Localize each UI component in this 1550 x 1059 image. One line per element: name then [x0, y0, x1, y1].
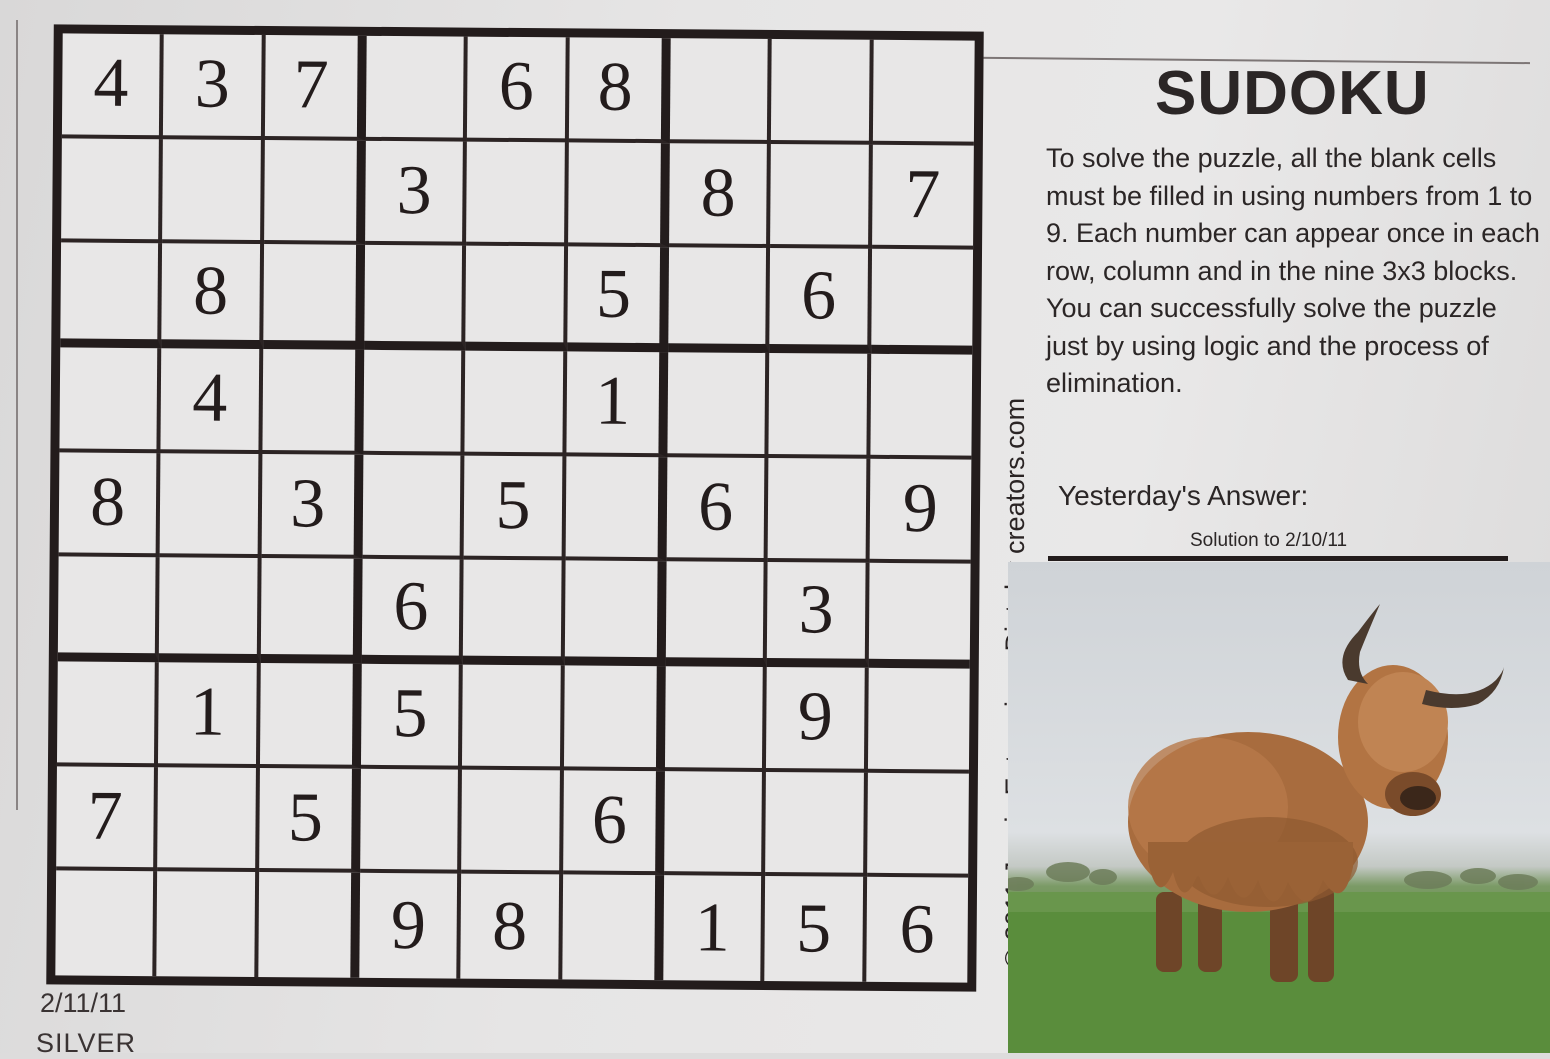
sudoku-grid: 4376838785641835696315975698156	[46, 24, 984, 992]
highland-cow-illustration	[1008, 604, 1550, 1053]
solution-grid-top-border	[1048, 556, 1508, 561]
puzzle-title: SUDOKU	[1155, 59, 1430, 128]
sudoku-cell-blank[interactable]	[56, 661, 160, 767]
sudoku-cell-blank[interactable]	[765, 771, 868, 878]
puzzle-date: 2/11/11	[40, 988, 127, 1018]
sudoku-cell-blank[interactable]	[771, 39, 874, 145]
sudoku-cell-blank[interactable]	[465, 245, 568, 352]
sudoku-cell-blank[interactable]	[157, 766, 260, 873]
sudoku-cell-blank[interactable]	[461, 769, 564, 875]
sudoku-cell-blank[interactable]	[162, 138, 265, 245]
sudoku-cell-given: 3	[767, 562, 870, 668]
sudoku-cell-given: 6	[467, 36, 570, 143]
sudoku-cell-given: 7	[871, 144, 974, 250]
sudoku-cell-blank[interactable]	[466, 141, 569, 247]
sudoku-cell-blank[interactable]	[60, 242, 163, 349]
sudoku-cell-blank[interactable]	[257, 872, 361, 978]
sudoku-cell-given: 8	[58, 452, 161, 558]
rules-text: To solve the puzzle, all the blank cells…	[1046, 143, 1540, 398]
sudoku-cell-given: 8	[161, 243, 264, 349]
sudoku-cell-given: 6	[361, 559, 464, 665]
yesterday-answer-label: Yesterday's Answer:	[1058, 480, 1309, 511]
sudoku-cell-blank[interactable]	[564, 560, 667, 667]
sudoku-cell-given: 9	[766, 666, 869, 773]
difficulty-label: SILVER	[36, 1028, 137, 1058]
sudoku-cell-blank[interactable]	[870, 249, 974, 355]
left-rule	[16, 20, 18, 810]
sudoku-cell-given: 6	[899, 890, 935, 968]
sudoku-cell-given: 8	[568, 37, 671, 143]
sudoku-cell-given: 3	[365, 140, 468, 246]
sudoku-cell-blank[interactable]	[664, 770, 767, 877]
sudoku-cell-given: 8	[460, 873, 563, 980]
sudoku-cell-given: 5	[764, 876, 867, 982]
sudoku-cell-given: 6	[666, 456, 769, 563]
sudoku-cell-given: 3	[261, 453, 364, 560]
sudoku-cell-blank[interactable]	[768, 352, 871, 459]
sudoku-cell-given: 1	[663, 875, 766, 981]
sudoku-cell-blank[interactable]	[263, 139, 366, 246]
sudoku-cell-given: 5	[258, 767, 361, 874]
sudoku-cell-given: 5	[463, 455, 567, 561]
sudoku-cell-blank[interactable]	[561, 874, 665, 981]
sudoku-cell-blank[interactable]	[59, 347, 162, 453]
sudoku-cell-given: 6	[769, 248, 872, 354]
sudoku-cell-given: 1	[158, 662, 261, 768]
solution-label: Solution to 2/10/11	[1190, 530, 1348, 551]
sudoku-cell-blank[interactable]	[867, 667, 970, 774]
sudoku-cell-blank[interactable]	[464, 350, 567, 457]
sudoku-cell-given: 9	[869, 458, 972, 564]
sudoku-cell-blank[interactable]	[360, 768, 463, 874]
sudoku-cell-blank[interactable]	[364, 245, 467, 351]
sudoku-cell-blank[interactable]	[667, 352, 770, 458]
sudoku-cell-given: 5	[566, 246, 670, 353]
sudoku-cell-given: 7	[56, 766, 159, 872]
sudoku-cell-blank[interactable]	[259, 662, 362, 769]
sudoku-cell-blank[interactable]	[57, 556, 160, 663]
sudoku-cell-blank[interactable]	[866, 772, 969, 878]
sudoku-cell-blank[interactable]	[868, 563, 971, 669]
sudoku-cell-blank[interactable]	[665, 561, 768, 667]
sudoku-cell-blank[interactable]	[669, 38, 773, 144]
sudoku-cell-given: 5	[360, 663, 464, 770]
sudoku-cell-blank[interactable]	[55, 870, 158, 977]
sudoku-cell-blank[interactable]	[462, 664, 565, 771]
sudoku-cell-given: 9	[359, 873, 462, 979]
sudoku-cell-blank[interactable]	[61, 138, 164, 244]
sudoku-cell-given: 6	[562, 770, 665, 876]
sudoku-cell-blank[interactable]	[156, 871, 259, 977]
sudoku-cell-blank[interactable]	[664, 666, 768, 772]
sudoku-cell-blank[interactable]	[262, 244, 366, 350]
sudoku-cell-given: 7	[264, 35, 367, 141]
sudoku-cell-blank[interactable]	[363, 349, 466, 456]
sudoku-cell-given: 3	[163, 34, 266, 140]
sudoku-cell-given: 4	[61, 33, 165, 139]
sudoku-cell-given: 1	[566, 351, 669, 457]
sudoku-cell-blank[interactable]	[159, 557, 262, 663]
sudoku-cell-blank[interactable]	[260, 558, 363, 664]
sudoku-cell-blank[interactable]	[365, 35, 469, 142]
sudoku-cell-blank[interactable]	[159, 452, 263, 559]
highland-cow-photo	[1008, 562, 1550, 1053]
sudoku-cell-blank[interactable]	[770, 143, 873, 250]
sudoku-cell-blank[interactable]	[567, 142, 670, 248]
sudoku-cell-blank[interactable]	[872, 39, 975, 146]
sudoku-cell-blank[interactable]	[463, 559, 566, 666]
sudoku-cell-blank[interactable]	[870, 353, 973, 460]
sudoku-cell-blank[interactable]	[668, 247, 771, 353]
sudoku-cell-blank[interactable]	[262, 348, 365, 455]
sudoku-cell-blank[interactable]	[563, 665, 666, 771]
sudoku-cell-given: 4	[160, 348, 263, 454]
sudoku-cell-blank[interactable]	[565, 456, 668, 562]
sudoku-cell-blank[interactable]	[362, 454, 465, 560]
sudoku-cell-blank[interactable]	[767, 457, 871, 564]
sudoku-cell-given: 8	[669, 142, 772, 249]
